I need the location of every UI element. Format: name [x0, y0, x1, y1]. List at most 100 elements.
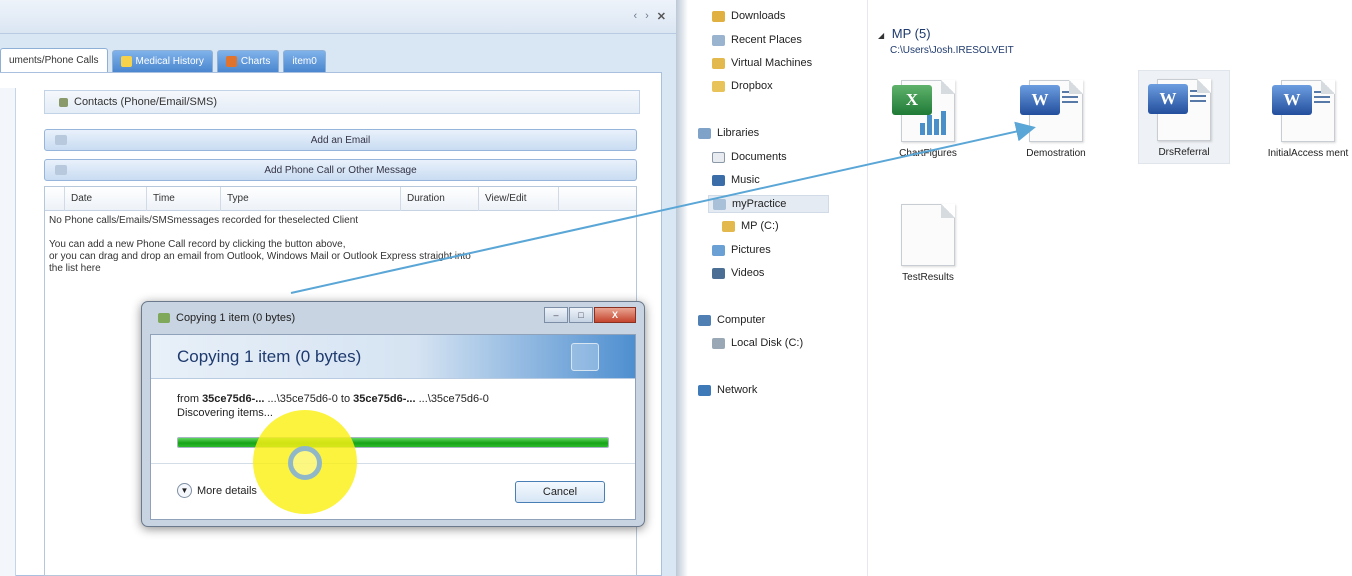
- file-item[interactable]: W InitialAccess ment: [1262, 72, 1352, 164]
- grid-hint-line: the list here: [49, 263, 101, 274]
- phone-icon: [59, 97, 68, 107]
- maximize-button[interactable]: □: [569, 307, 593, 323]
- copy-progress-dialog: Copying 1 item (0 bytes) – □ X Copying 1…: [141, 301, 645, 527]
- nav-item-local-disk[interactable]: Local Disk (C:): [712, 337, 803, 349]
- grid-empty-message: No Phone calls/Emails/SMSmessages record…: [49, 215, 359, 226]
- grid-col-time[interactable]: Time: [147, 187, 221, 211]
- folder-icon: [571, 343, 599, 371]
- nav-label: Videos: [731, 267, 765, 279]
- add-phone-call-button[interactable]: Add Phone Call or Other Message: [44, 159, 637, 181]
- explorer-file-area[interactable]: ◢ MP (5) C:\Users\Josh.IRESOLVEIT X Char…: [870, 0, 1352, 576]
- recent-places-icon: [712, 34, 725, 46]
- dialog-banner: Copying 1 item (0 bytes): [151, 335, 635, 379]
- grid-header: Date Time Type Duration View/Edit: [45, 187, 636, 211]
- nav-label: MP (C:): [741, 220, 779, 232]
- nav-item-pictures[interactable]: Pictures: [712, 244, 771, 256]
- dialog-heading: Copying 1 item (0 bytes): [177, 347, 362, 366]
- tab-label: Charts: [240, 56, 271, 67]
- side-splitter[interactable]: [0, 88, 16, 576]
- close-button[interactable]: X: [594, 307, 636, 323]
- nav-item-mp-c[interactable]: MP (C:): [722, 220, 779, 232]
- nav-label: Pictures: [731, 244, 771, 256]
- close-icon: X: [611, 310, 618, 320]
- chart-icon: [225, 56, 237, 67]
- to-name-link[interactable]: 35ce75d6-...: [353, 393, 415, 405]
- computer-icon: [698, 314, 711, 326]
- nav-item-network[interactable]: Network: [698, 384, 757, 396]
- minimize-button[interactable]: –: [544, 307, 568, 323]
- grid-hint-line: You can add a new Phone Call record by c…: [49, 239, 346, 250]
- word-logo-icon: W: [1020, 85, 1060, 115]
- copy-status: Discovering items...: [177, 407, 273, 419]
- phone-icon: [55, 165, 67, 175]
- nav-item-recent-places[interactable]: Recent Places: [712, 34, 802, 46]
- word-file-icon: W: [1020, 80, 1083, 142]
- more-details-toggle[interactable]: ▼ More details: [177, 483, 257, 498]
- grid-col-duration[interactable]: Duration: [401, 187, 479, 211]
- tab-medical-history[interactable]: Medical History: [111, 50, 213, 72]
- copy-source-destination: from 35ce75d6-... ...\35ce75d6-0 to 35ce…: [177, 393, 489, 405]
- stethoscope-icon: [120, 56, 132, 67]
- nav-item-downloads[interactable]: Downloads: [712, 10, 785, 22]
- dialog-title-text: Copying 1 item (0 bytes): [176, 312, 296, 324]
- nav-item-dropbox[interactable]: Dropbox: [712, 80, 773, 92]
- tab-label: Medical History: [135, 56, 204, 67]
- file-name: Demostration: [1026, 148, 1086, 159]
- grid-col-view-edit[interactable]: View/Edit: [479, 187, 559, 211]
- network-icon: [698, 384, 711, 396]
- nav-label: Music: [731, 174, 760, 186]
- cancel-button[interactable]: Cancel: [515, 481, 605, 503]
- progress-fill: [178, 438, 608, 447]
- screen: ‹ › ✕ uments/Phone Calls Medical History…: [0, 0, 1352, 576]
- tab-strip: uments/Phone Calls Medical History Chart…: [0, 46, 330, 72]
- group-header[interactable]: ◢ MP (5): [878, 26, 931, 41]
- group-title-text: MP (5): [891, 26, 931, 41]
- from-word: from: [177, 393, 199, 405]
- group-path: C:\Users\Josh.IRESOLVEIT: [890, 45, 1014, 56]
- nav-item-videos[interactable]: Videos: [712, 267, 764, 279]
- grid-col-type[interactable]: Type: [221, 187, 401, 211]
- blank-file-icon: [901, 204, 955, 266]
- prev-arrow-icon[interactable]: ‹: [633, 10, 637, 23]
- file-name: InitialAccess ment: [1267, 148, 1349, 159]
- file-name: DrsReferral: [1158, 147, 1210, 158]
- file-item[interactable]: W DrsReferral: [1138, 70, 1230, 164]
- nav-item-libraries[interactable]: Libraries: [698, 127, 759, 139]
- tab-documents-phone-calls[interactable]: uments/Phone Calls: [0, 48, 108, 72]
- nav-item-computer[interactable]: Computer: [698, 314, 765, 326]
- disk-icon: [712, 337, 725, 349]
- tab-charts[interactable]: Charts: [216, 50, 280, 72]
- dialog-title: Copying 1 item (0 bytes): [158, 312, 295, 324]
- nav-label: Documents: [731, 151, 787, 163]
- file-name: TestResults: [902, 272, 954, 283]
- grid-col-date[interactable]: Date: [65, 187, 147, 211]
- nav-label: Computer: [717, 314, 766, 326]
- nav-item-documents[interactable]: Documents: [712, 151, 787, 163]
- nav-label: Libraries: [717, 127, 760, 139]
- file-item[interactable]: W Demostration: [1010, 72, 1102, 164]
- app-toolbar: ‹ › ✕: [0, 0, 676, 34]
- window-controls: ‹ › ✕: [633, 10, 666, 23]
- explorer-navigation-pane: Downloads Recent Places Virtual Machines…: [688, 0, 868, 576]
- add-email-button[interactable]: Add an Email: [44, 129, 637, 151]
- file-item[interactable]: TestResults: [882, 196, 974, 288]
- collapse-triangle-icon[interactable]: ◢: [878, 31, 884, 40]
- nav-label: Recent Places: [731, 34, 802, 46]
- from-path: ...\35ce75d6-0: [267, 393, 338, 405]
- grid-col-selector: [45, 187, 65, 211]
- copy-icon: [158, 313, 170, 323]
- folder-icon: [722, 220, 735, 232]
- from-name-link[interactable]: 35ce75d6-...: [202, 393, 264, 405]
- tab-item0[interactable]: item0: [283, 50, 326, 72]
- close-icon[interactable]: ✕: [657, 10, 666, 23]
- dialog-window-buttons: – □ X: [543, 307, 636, 323]
- file-item[interactable]: X ChartFigures: [882, 72, 974, 164]
- next-arrow-icon[interactable]: ›: [645, 10, 649, 23]
- nav-item-virtual-machines[interactable]: Virtual Machines: [712, 57, 812, 69]
- add-phone-label: Add Phone Call or Other Message: [264, 164, 417, 176]
- nav-item-mypractice[interactable]: myPractice: [708, 195, 830, 213]
- documents-icon: [712, 151, 725, 163]
- folder-icon: [712, 57, 725, 69]
- nav-item-music[interactable]: Music: [712, 174, 760, 186]
- to-word: to: [340, 393, 351, 405]
